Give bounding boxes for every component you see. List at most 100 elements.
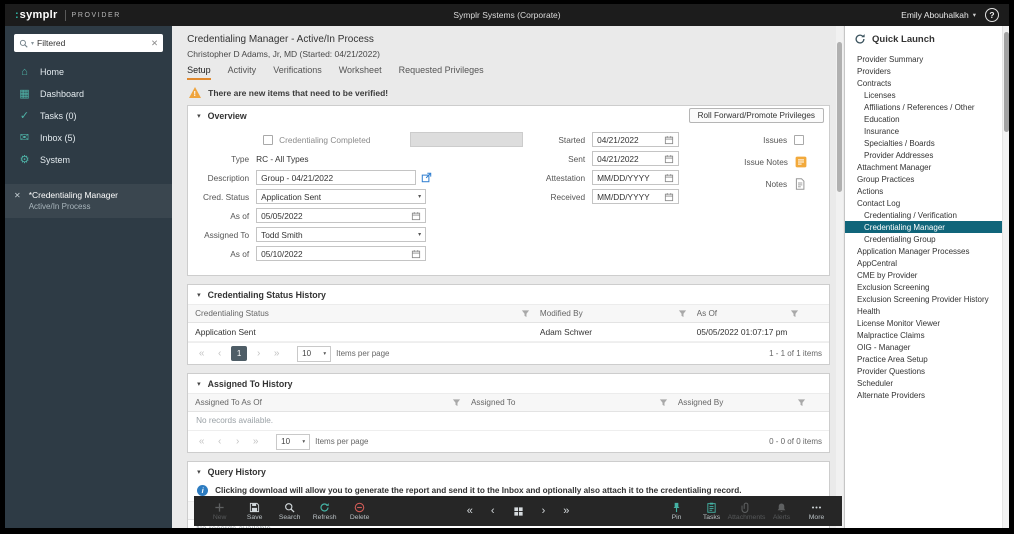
close-module-icon[interactable]: ✕ [14,191,21,211]
calendar-icon[interactable] [664,154,674,164]
toolbar-tasks-button[interactable]: Tasks [694,501,729,521]
sidebar-item-dashboard[interactable]: ▦Dashboard [5,83,172,105]
tab-verifications[interactable]: Verifications [273,65,322,80]
quick-launch-item-licenses[interactable]: Licenses [845,89,1002,101]
pager-next-button[interactable]: › [231,437,244,447]
quick-launch-item-education[interactable]: Education [845,113,1002,125]
credentialing-completed-checkbox[interactable] [263,135,273,145]
clear-search-icon[interactable]: ✕ [151,38,158,49]
quick-launch-item-license-monitor-viewer[interactable]: License Monitor Viewer [845,317,1002,329]
quick-launch-item-scheduler[interactable]: Scheduler [845,377,1002,389]
quick-launch-item-provider-addresses[interactable]: Provider Addresses [845,149,1002,161]
scrollbar-thumb[interactable] [837,42,842,192]
sidebar-item-tasks-0[interactable]: ✓Tasks (0) [5,105,172,127]
pager-next-button[interactable]: › [252,349,265,359]
help-icon[interactable]: ? [985,8,999,22]
quick-launch-item-application-manager-processes[interactable]: Application Manager Processes [845,245,1002,257]
collapse-caret-icon[interactable]: ▾ [197,468,201,476]
quick-launch-item-malpractice-claims[interactable]: Malpractice Claims [845,329,1002,341]
quick-launch-item-provider-questions[interactable]: Provider Questions [845,365,1002,377]
toolbar-pin-button[interactable]: Pin [659,501,694,521]
next-record-button[interactable]: › [542,506,546,517]
page-size-select[interactable]: 10▾ [276,434,310,450]
calendar-icon[interactable] [664,135,674,145]
quick-launch-item-insurance[interactable]: Insurance [845,125,1002,137]
filter-icon[interactable] [678,309,687,318]
quick-launch-scrollbar[interactable] [1002,26,1009,528]
refresh-quick-launch-icon[interactable] [854,33,866,45]
quick-launch-item-credentialing-manager[interactable]: Credentialing Manager [845,221,1002,233]
open-description-icon[interactable] [421,172,432,183]
pager-last-button[interactable]: » [249,437,262,447]
filter-icon[interactable] [790,309,799,318]
quick-launch-item-attachment-manager[interactable]: Attachment Manager [845,161,1002,173]
started-date-input[interactable]: 04/21/2022 [592,132,679,147]
main-scrollbar[interactable] [836,26,843,528]
quick-launch-item-alternate-providers[interactable]: Alternate Providers [845,389,1002,401]
pager-prev-button[interactable]: ‹ [213,349,226,359]
quick-launch-item-contracts[interactable]: Contracts [845,77,1002,89]
quick-launch-item-credentialing-group[interactable]: Credentialing Group [845,233,1002,245]
pager-last-button[interactable]: » [270,349,283,359]
pager-page-button[interactable]: 1 [231,346,247,361]
received-date-input[interactable]: MM/DD/YYYY [592,189,679,204]
sent-date-input[interactable]: 04/21/2022 [592,151,679,166]
tab-activity[interactable]: Activity [228,65,257,80]
toolbar-new-button[interactable]: New [202,501,237,521]
quick-launch-item-specialties-boards[interactable]: Specialties / Boards [845,137,1002,149]
scrollbar-thumb[interactable] [1004,32,1009,132]
roll-forward-button[interactable]: Roll Forward/Promote Privileges [689,108,824,123]
table-row[interactable]: Application SentAdam Schwer05/05/2022 01… [188,323,829,342]
toolbar-alerts-button[interactable]: Alerts [764,501,799,521]
quick-launch-item-cme-by-provider[interactable]: CME by Provider [845,269,1002,281]
page-size-select[interactable]: 10▾ [297,346,331,362]
sidebar-item-inbox-5[interactable]: ✉Inbox (5) [5,127,172,149]
open-module-card[interactable]: ✕ *Credentialing Manager Active/In Proce… [5,184,172,218]
tab-requested-privileges[interactable]: Requested Privileges [399,65,484,80]
quick-launch-item-credentialing-verification[interactable]: Credentialing / Verification [845,209,1002,221]
filter-icon[interactable] [452,398,461,407]
assigned-to-select[interactable]: Todd Smith▾ [256,227,426,242]
quick-launch-item-affiliations-references-other[interactable]: Affiliations / References / Other [845,101,1002,113]
pager-prev-button[interactable]: ‹ [213,437,226,447]
issue-notes-icon[interactable] [795,156,807,168]
quick-launch-item-contact-log[interactable]: Contact Log [845,197,1002,209]
calendar-icon[interactable] [411,249,421,259]
quick-launch-item-practice-area-setup[interactable]: Practice Area Setup [845,353,1002,365]
quick-launch-item-appcentral[interactable]: AppCentral [845,257,1002,269]
notes-icon[interactable] [794,178,806,190]
record-grid-icon[interactable] [513,506,524,517]
pager-first-button[interactable]: « [195,349,208,359]
attestation-date-input[interactable]: MM/DD/YYYY [592,170,679,185]
calendar-icon[interactable] [411,211,421,221]
quick-launch-item-provider-summary[interactable]: Provider Summary [845,53,1002,65]
status-as-of-date-input[interactable]: 05/05/2022 [256,208,426,223]
assigned-as-of-date-input[interactable]: 05/10/2022 [256,246,426,261]
calendar-icon[interactable] [664,192,674,202]
last-record-button[interactable]: » [563,506,569,517]
collapse-caret-icon[interactable]: ▾ [197,380,201,388]
toolbar-refresh-button[interactable]: Refresh [307,501,342,521]
quick-launch-item-exclusion-screening-provider-history[interactable]: Exclusion Screening Provider History [845,293,1002,305]
quick-launch-item-oig-manager[interactable]: OIG - Manager [845,341,1002,353]
collapse-caret-icon[interactable]: ▾ [197,112,201,120]
quick-launch-item-providers[interactable]: Providers [845,65,1002,77]
quick-launch-item-exclusion-screening[interactable]: Exclusion Screening [845,281,1002,293]
cred-status-select[interactable]: Application Sent▾ [256,189,426,204]
toolbar-delete-button[interactable]: Delete [342,501,377,521]
search-scope-caret-icon[interactable]: ▾ [31,40,34,47]
collapse-caret-icon[interactable]: ▾ [197,291,201,299]
quick-launch-item-actions[interactable]: Actions [845,185,1002,197]
description-input[interactable]: Group - 04/21/2022 [256,170,416,185]
pager-first-button[interactable]: « [195,437,208,447]
filter-icon[interactable] [659,398,668,407]
sidebar-search-input[interactable] [37,38,148,48]
sidebar-item-system[interactable]: ⚙System [5,149,172,171]
first-record-button[interactable]: « [467,506,473,517]
quick-launch-item-group-practices[interactable]: Group Practices [845,173,1002,185]
filter-icon[interactable] [797,398,806,407]
calendar-icon[interactable] [664,173,674,183]
tab-setup[interactable]: Setup [187,65,211,80]
toolbar-more-button[interactable]: More [799,501,834,521]
tab-worksheet[interactable]: Worksheet [339,65,382,80]
